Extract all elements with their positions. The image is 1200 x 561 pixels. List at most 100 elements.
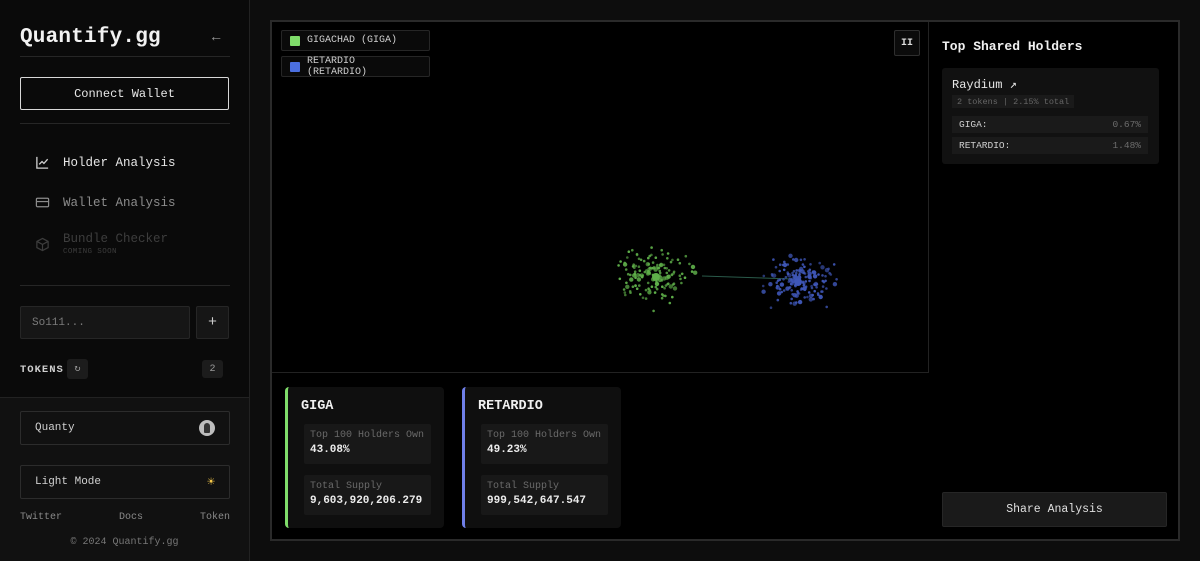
retardio-holder-node[interactable] <box>787 286 791 289</box>
retardio-holder-node[interactable] <box>810 286 814 290</box>
retardio-holder-node[interactable] <box>820 265 825 270</box>
giga-holder-node[interactable] <box>626 272 630 276</box>
giga-holder-node[interactable] <box>651 261 655 264</box>
giga-holder-node[interactable] <box>672 286 678 291</box>
retardio-holder-node[interactable] <box>804 280 808 283</box>
retardio-holder-node[interactable] <box>812 274 818 279</box>
retardio-holder-node[interactable] <box>762 274 766 278</box>
add-token-button[interactable]: + <box>196 306 229 339</box>
retardio-holder-node[interactable] <box>825 287 828 290</box>
giga-holder-node[interactable] <box>683 276 687 279</box>
retardio-holder-node[interactable] <box>813 289 816 293</box>
giga-holder-node[interactable] <box>639 293 642 296</box>
giga-holder-node[interactable] <box>652 309 655 313</box>
giga-holder-node[interactable] <box>680 272 684 276</box>
retardio-holder-node[interactable] <box>761 284 765 288</box>
giga-holder-node[interactable] <box>641 296 645 300</box>
retardio-holder-node[interactable] <box>797 299 803 305</box>
giga-holder-node[interactable] <box>617 264 620 267</box>
giga-holder-node[interactable] <box>653 291 657 294</box>
giga-holder-node[interactable] <box>638 269 642 272</box>
giga-holder-node[interactable] <box>642 259 646 263</box>
retardio-holder-node[interactable] <box>782 278 785 281</box>
retardio-holder-node[interactable] <box>803 282 806 286</box>
giga-holder-node[interactable] <box>688 262 691 266</box>
giga-holder-node[interactable] <box>671 283 675 286</box>
retardio-holder-node[interactable] <box>788 253 793 258</box>
retardio-holder-node[interactable] <box>807 270 810 273</box>
pause-button[interactable]: II <box>894 30 920 56</box>
giga-holder-node[interactable] <box>645 262 650 267</box>
retardio-holder-node[interactable] <box>806 295 809 299</box>
giga-holder-node[interactable] <box>625 284 630 289</box>
retardio-holder-node[interactable] <box>803 296 806 299</box>
retardio-holder-node[interactable] <box>778 269 781 273</box>
giga-holder-node[interactable] <box>680 281 683 285</box>
giga-holder-node[interactable] <box>661 253 664 256</box>
retardio-holder-node[interactable] <box>825 305 828 309</box>
brand-logo[interactable]: Quantify.gg <box>20 26 161 49</box>
giga-holder-node[interactable] <box>652 265 656 269</box>
giga-holder-node[interactable] <box>654 285 658 289</box>
giga-holder-node[interactable] <box>626 256 629 259</box>
giga-holder-node[interactable] <box>624 293 627 297</box>
retardio-holder-node[interactable] <box>790 278 793 282</box>
retardio-holder-node[interactable] <box>768 282 773 287</box>
retardio-holder-node[interactable] <box>787 280 791 284</box>
retardio-holder-node[interactable] <box>835 278 838 281</box>
giga-holder-node[interactable] <box>639 258 643 262</box>
giga-holder-node[interactable] <box>667 282 670 286</box>
giga-holder-node[interactable] <box>650 285 654 289</box>
giga-holder-node[interactable] <box>659 263 662 267</box>
retardio-holder-node[interactable] <box>799 258 803 262</box>
retardio-holder-node[interactable] <box>803 258 806 261</box>
theme-toggle-button[interactable]: Light Mode ☀ <box>20 465 230 499</box>
retardio-holder-node[interactable] <box>812 270 817 275</box>
giga-holder-node[interactable] <box>631 248 634 252</box>
retardio-holder-node[interactable] <box>816 292 820 295</box>
giga-holder-node[interactable] <box>624 268 628 271</box>
share-analysis-button[interactable]: Share Analysis <box>942 492 1167 527</box>
retardio-holder-node[interactable] <box>775 285 780 290</box>
giga-holder-node[interactable] <box>629 277 634 282</box>
retardio-holder-node[interactable] <box>797 292 801 295</box>
retardio-holder-node[interactable] <box>780 290 783 294</box>
collapse-arrow-icon[interactable]: ← <box>212 30 220 46</box>
giga-holder-node[interactable] <box>623 261 626 265</box>
giga-holder-node[interactable] <box>660 248 663 252</box>
retardio-holder-node[interactable] <box>809 276 813 280</box>
retardio-holder-node[interactable] <box>794 257 799 263</box>
retardio-holder-node[interactable] <box>815 286 818 289</box>
retardio-holder-node[interactable] <box>799 288 803 292</box>
giga-holder-node[interactable] <box>646 281 650 285</box>
retardio-holder-node[interactable] <box>824 279 827 283</box>
retardio-holder-node[interactable] <box>820 290 823 293</box>
giga-holder-node[interactable] <box>622 288 626 291</box>
retardio-holder-node[interactable] <box>817 273 820 276</box>
retardio-holder-node[interactable] <box>792 269 796 273</box>
giga-holder-node[interactable] <box>647 290 652 295</box>
retardio-holder-node[interactable] <box>789 301 793 305</box>
retardio-holder-node[interactable] <box>772 258 775 261</box>
nav-holder-analysis[interactable]: Holder Analysis <box>35 155 176 170</box>
retardio-holder-node[interactable] <box>783 260 786 264</box>
token-link[interactable]: Token <box>200 512 230 523</box>
giga-holder-node[interactable] <box>654 256 658 259</box>
retardio-holder-node[interactable] <box>811 293 814 297</box>
giga-holder-node[interactable] <box>644 297 648 300</box>
holder-graph[interactable]: GIGACHAD (GIGA) RETARDIO (RETARDIO) II <box>272 22 929 373</box>
giga-holder-node[interactable] <box>634 284 637 288</box>
retardio-holder-node[interactable] <box>769 306 773 310</box>
giga-holder-node[interactable] <box>648 271 651 275</box>
giga-holder-node[interactable] <box>644 288 648 292</box>
retardio-holder-node[interactable] <box>779 282 785 287</box>
retardio-holder-node[interactable] <box>761 289 766 294</box>
retardio-holder-node[interactable] <box>807 291 811 294</box>
giga-holder-node[interactable] <box>690 264 696 270</box>
giga-holder-node[interactable] <box>618 277 622 281</box>
retardio-holder-node[interactable] <box>778 263 782 266</box>
retardio-holder-node[interactable] <box>790 289 793 292</box>
retardio-holder-node[interactable] <box>792 301 797 306</box>
user-profile-button[interactable]: Quanty <box>20 411 230 445</box>
giga-holder-node[interactable] <box>670 273 674 277</box>
